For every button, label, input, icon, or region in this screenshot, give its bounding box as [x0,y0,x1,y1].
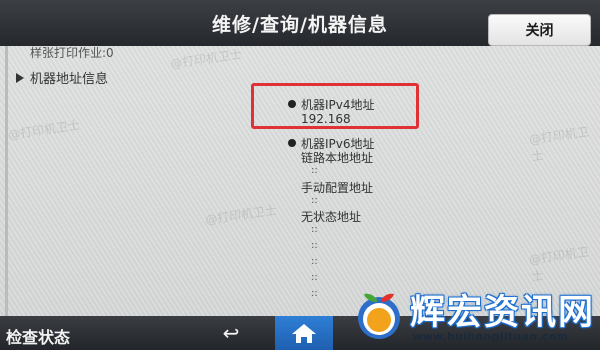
orange-logo-icon [358,293,400,339]
watermark: @打印机卫士 [169,47,243,71]
manual-address-label: 手动配置地址 [301,181,374,195]
link-local-label: 链路本地地址 [301,151,374,165]
stateless-address-value: :: [311,240,318,251]
watermark: @打印机卫士 [7,118,81,142]
machine-address-section[interactable]: 机器地址信息 [16,68,108,87]
manual-address-value: :: [311,195,318,206]
title-bar: 维修/查询/机器信息 关闭 [0,0,600,46]
info-panel[interactable]: @打印机卫士 @打印机卫士 @打印机卫士 @打印机卫士 @打印机卫士 样张打印作… [0,46,600,316]
home-button[interactable] [275,316,333,350]
section-title: 机器地址信息 [30,72,109,87]
expand-triangle-icon [16,72,24,83]
scrollbar[interactable] [5,46,8,316]
watermark: @打印机卫士 [528,244,590,284]
stateless-address-label: 无状态地址 [301,210,362,224]
bullet-icon [288,139,296,147]
stateless-address-value: :: [311,272,318,283]
logo-url: www.huihongjituan.com [412,330,569,343]
highlight-box [251,83,419,129]
home-icon [292,324,316,343]
stateless-address-value: :: [311,288,318,299]
stateless-address-value: :: [311,224,318,235]
back-arrow-icon: ↩ [222,321,240,345]
link-local-value: :: [311,165,318,176]
site-logo: 辉宏资讯网 www.huihongjituan.com [348,282,600,350]
watermark: @打印机卫士 [204,203,278,227]
stateless-address-value: :: [311,256,318,267]
close-button[interactable]: 关闭 [488,14,591,46]
back-button[interactable]: ↩ [196,316,266,350]
watermark: @打印机卫士 [528,124,590,164]
sample-print-jobs-line: 样张打印作业:0 [30,46,114,60]
check-status-button[interactable]: 检查状态 [6,324,70,348]
logo-text: 辉宏资讯网 [410,293,596,333]
